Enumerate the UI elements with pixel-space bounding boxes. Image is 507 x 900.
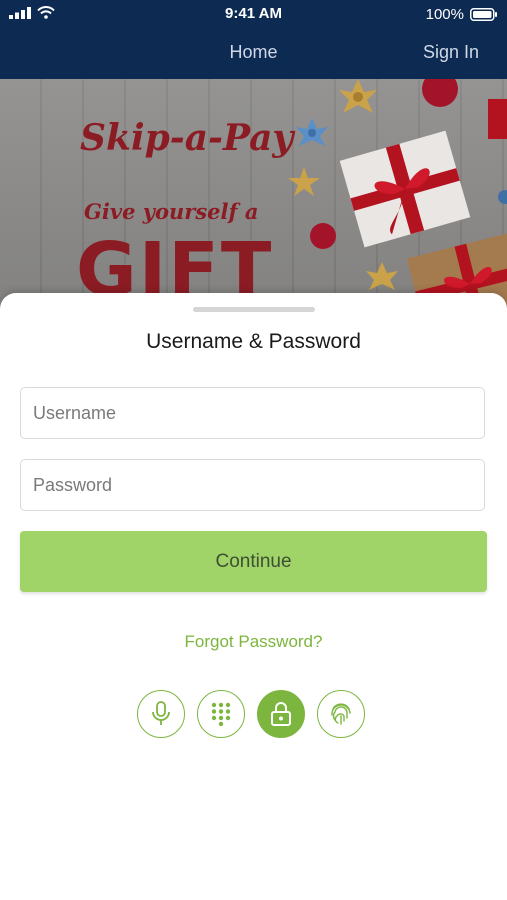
- banner-subtitle: Give yourself a: [84, 199, 259, 224]
- sheet-grabber[interactable]: [193, 307, 315, 312]
- fingerprint-auth-button[interactable]: [317, 690, 365, 738]
- auth-method-row: [137, 690, 365, 738]
- app-header: 9:41 AM 100% Home Sign In: [0, 0, 507, 79]
- continue-button[interactable]: Continue: [20, 531, 487, 592]
- status-bar: 9:41 AM 100%: [0, 0, 507, 28]
- password-input[interactable]: [20, 459, 485, 511]
- voice-auth-button[interactable]: [137, 690, 185, 738]
- login-sheet: Username & Password Continue Forgot Pass…: [0, 293, 507, 900]
- battery-group: 100%: [426, 6, 498, 23]
- battery-icon: [470, 8, 497, 21]
- fingerprint-icon: [331, 703, 351, 725]
- banner-title: Skip-a-Pay: [80, 117, 294, 159]
- microphone-icon: [152, 701, 170, 725]
- pin-auth-button[interactable]: [197, 690, 245, 738]
- username-input[interactable]: [20, 387, 485, 439]
- forgot-password-link[interactable]: Forgot Password?: [0, 632, 507, 652]
- keypad-icon: [211, 702, 231, 726]
- promo-banner[interactable]: Skip-a-Pay Give yourself a GIFT: [0, 79, 507, 309]
- nav-sign-in[interactable]: Sign In: [423, 42, 479, 63]
- login-title: Username & Password: [146, 330, 361, 353]
- battery-percent: 100%: [425, 6, 464, 23]
- lock-icon: [271, 702, 291, 726]
- password-auth-button[interactable]: [257, 690, 305, 738]
